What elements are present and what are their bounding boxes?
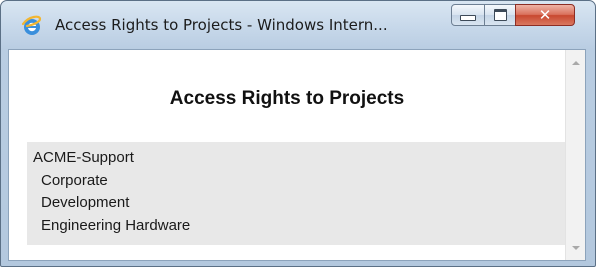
maximize-button[interactable] — [484, 4, 516, 26]
minimize-button[interactable] — [451, 4, 485, 26]
arrow-up-icon — [571, 61, 580, 65]
scroll-down-button[interactable] — [566, 239, 585, 257]
scroll-up-button[interactable] — [566, 54, 585, 72]
arrow-down-icon — [571, 246, 580, 250]
internet-explorer-icon — [21, 15, 42, 35]
project-item[interactable]: Engineering Hardware — [33, 215, 565, 238]
page-content: Access Rights to Projects ACME-Support Co… — [9, 50, 565, 260]
close-button[interactable]: ✕ — [515, 4, 575, 26]
close-icon: ✕ — [538, 5, 552, 24]
project-item[interactable]: Development — [33, 192, 565, 215]
vertical-scrollbar[interactable] — [565, 50, 585, 260]
maximize-icon — [493, 9, 507, 21]
project-item[interactable]: ACME-Support — [33, 147, 565, 170]
title-bar[interactable]: Access Rights to Projects - Windows Inte… — [1, 1, 595, 49]
project-list: ACME-Support Corporate Development Engineer… — [27, 142, 565, 245]
window-title: Access Rights to Projects - Windows Inte… — [55, 16, 388, 34]
page-title: Access Rights to Projects — [169, 88, 405, 109]
browser-window: Access Rights to Projects - Windows Inte… — [0, 0, 596, 267]
page-viewport: Access Rights to Projects ACME-Support Co… — [8, 49, 586, 261]
project-item[interactable]: Corporate — [33, 170, 565, 193]
minimize-icon — [460, 15, 476, 21]
